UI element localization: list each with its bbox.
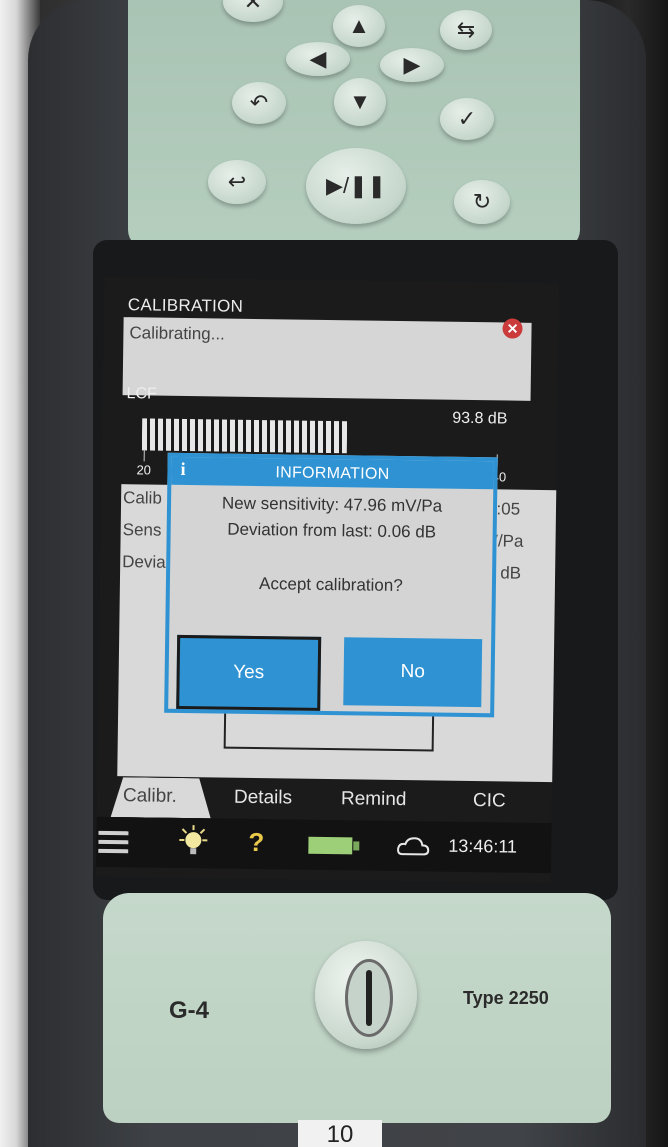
cloud-icon	[396, 835, 430, 862]
up-arrow-key[interactable]: ▲	[333, 5, 385, 47]
undo-key[interactable]: ↶	[232, 82, 286, 124]
battery-icon	[308, 836, 362, 862]
help-icon[interactable]: ?	[248, 827, 264, 858]
tab-cic[interactable]: CIC	[473, 790, 506, 812]
down-arrow-key[interactable]: ▼	[334, 78, 386, 126]
yes-button[interactable]: Yes	[176, 634, 322, 711]
tab-bar: Calibr. Details Remind CIC	[96, 776, 553, 824]
power-icon	[345, 959, 393, 1037]
dialog-header: i INFORMATION	[171, 456, 494, 490]
reset-key[interactable]: ↻	[454, 180, 510, 224]
key-top-right[interactable]: ⇆	[440, 10, 492, 50]
tick-min-line	[143, 449, 145, 462]
no-button[interactable]: No	[343, 637, 483, 708]
level-value: 93.8 dB	[452, 409, 508, 428]
key-top-left[interactable]: ✕	[223, 0, 283, 22]
screen-title: CALIBRATION	[127, 295, 244, 316]
model-label: Type 2250	[463, 988, 549, 1008]
keypad: ✕ ▲ ⇆ ◀ ▶ ↶ ▼ ✓ ↩ ▶/❚❚ ↻	[128, 0, 580, 270]
panel-row-1-label: Calib	[122, 488, 163, 508]
tab-details[interactable]: Details	[234, 787, 292, 810]
tab-remind[interactable]: Remind	[341, 788, 407, 811]
information-dialog: i INFORMATION New sensitivity: 47.96 mV/…	[164, 452, 498, 718]
accept-key[interactable]: ✓	[440, 98, 494, 140]
dialog-deviation-text: Deviation from last: 0.06 dB	[227, 519, 437, 542]
status-box: Calibrating...	[122, 317, 532, 401]
device-screen: CALIBRATION Calibrating... ✕ LCF 93.8 dB…	[95, 276, 560, 884]
panel-row-2-label: Sens	[122, 520, 162, 540]
left-arrow-key[interactable]: ◀	[286, 42, 350, 76]
dialog-question: Accept calibration?	[258, 574, 403, 596]
level-bar	[141, 418, 348, 454]
device-tag: 10	[298, 1120, 382, 1147]
status-text: Calibrating...	[129, 323, 225, 344]
power-button[interactable]	[315, 941, 417, 1049]
status-bar: ? 13:46:11	[95, 816, 552, 874]
dialog-sensitivity-text: New sensitivity: 47.96 mV/Pa	[221, 493, 443, 516]
back-key[interactable]: ↩	[208, 160, 266, 204]
photo-root: ✕ ▲ ⇆ ◀ ▶ ↶ ▼ ✓ ↩ ▶/❚❚ ↻ G-4 Type 2250 C…	[0, 0, 668, 1147]
right-arrow-key[interactable]: ▶	[380, 48, 444, 82]
menu-icon[interactable]	[98, 829, 130, 862]
start-pause-key[interactable]: ▶/❚❚	[306, 148, 406, 224]
tick-min-label: 20	[136, 462, 152, 478]
panel-row-3-label: Devia	[122, 552, 166, 572]
lower-panel: G-4 Type 2250	[103, 893, 611, 1123]
brand-label: G-4	[169, 997, 210, 1024]
dialog-title: INFORMATION	[275, 464, 390, 483]
weighting-label: LCF	[126, 385, 157, 403]
backlight-icon[interactable]	[176, 824, 211, 865]
clock-time: 13:46:11	[448, 835, 518, 857]
tab-calibr[interactable]: Calibr.	[123, 785, 177, 808]
